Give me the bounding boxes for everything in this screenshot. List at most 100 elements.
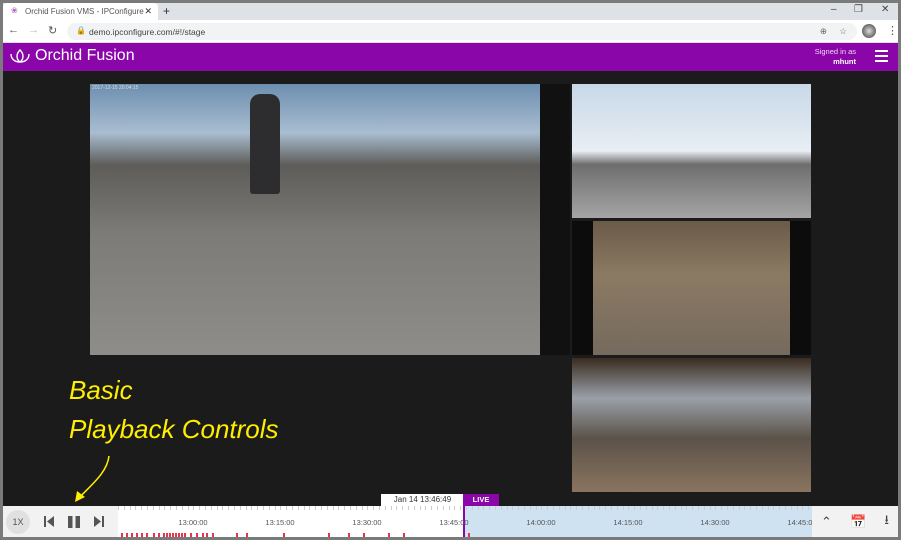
browser-tab[interactable]: ❀ Orchid Fusion VMS - IPConfigure ✕: [3, 3, 158, 20]
recording-event-mark: [468, 533, 470, 537]
minor-tick: [732, 506, 734, 510]
camera-tile-main[interactable]: 2017-12-15 20:04:15: [90, 84, 570, 355]
minor-tick: [692, 506, 694, 510]
minor-tick: [756, 506, 757, 510]
browser-window: ❀ Orchid Fusion VMS - IPConfigure ✕ + – …: [3, 3, 898, 537]
minor-tick: [309, 506, 311, 510]
signed-in-info: Signed in as mhunt: [815, 47, 856, 67]
recording-event-mark: [181, 533, 183, 537]
minor-tick: [767, 506, 769, 510]
minor-tick: [199, 506, 201, 510]
back-icon[interactable]: ←: [8, 24, 19, 36]
minor-tick: [129, 506, 131, 510]
recording-event-mark: [363, 533, 365, 537]
recording-event-mark: [348, 533, 350, 537]
minor-tick: [292, 506, 293, 510]
minor-tick: [709, 506, 711, 510]
minor-tick: [616, 506, 618, 510]
app-logo[interactable]: Orchid Fusion: [9, 47, 135, 65]
minor-tick: [651, 506, 653, 510]
minor-tick: [663, 506, 665, 510]
minor-tick: [147, 506, 148, 510]
recording-event-mark: [190, 533, 192, 537]
recording-event-mark: [169, 533, 171, 537]
minor-tick: [703, 506, 705, 510]
minor-tick: [698, 506, 699, 510]
minor-tick: [483, 506, 485, 510]
recording-event-mark: [172, 533, 174, 537]
chevron-up-icon[interactable]: ⌃: [821, 514, 832, 530]
minor-tick: [645, 506, 647, 510]
minor-tick: [268, 506, 270, 510]
minor-tick: [263, 506, 264, 510]
minor-tick: [228, 506, 230, 510]
minor-tick: [303, 506, 305, 510]
timeline-right-controls: ⌃ 📅 ⭳: [812, 506, 898, 537]
camera-tile-3[interactable]: [572, 221, 811, 355]
timeline-track[interactable]: 13:00:00 13:15:00 13:30:00 13:45:00 14:00:00…: [118, 506, 812, 537]
minor-tick: [657, 506, 659, 510]
timeline-tick-label: 13:00:00: [178, 518, 208, 527]
minor-tick: [674, 506, 676, 510]
minor-tick: [344, 506, 346, 510]
timeline-tick-label: 14:15:00: [613, 518, 643, 527]
minor-tick: [257, 506, 259, 510]
minor-tick: [582, 506, 583, 510]
forward-icon[interactable]: →: [28, 24, 39, 36]
minor-tick: [321, 506, 322, 510]
minor-tick: [454, 506, 456, 510]
minor-tick: [750, 506, 752, 510]
camera-tile-4[interactable]: [572, 358, 811, 492]
restore-icon[interactable]: ❐: [854, 4, 863, 15]
skip-forward-icon[interactable]: [94, 516, 104, 527]
address-bar-row: ← → ↻ 🔒 demo.ipconfigure.com/#!/stage ⊕ …: [3, 20, 898, 43]
minor-tick: [553, 506, 554, 510]
minor-tick: [408, 506, 409, 510]
minimize-icon[interactable]: –: [831, 4, 837, 15]
minor-tick: [587, 506, 589, 510]
browser-menu-icon[interactable]: ⋮: [887, 24, 898, 37]
star-icon[interactable]: ☆: [839, 26, 847, 37]
camera-tile-2[interactable]: [572, 84, 811, 218]
pause-icon[interactable]: [68, 515, 80, 528]
timeline-tick-label: 13:45:00: [439, 518, 469, 527]
minor-tick: [529, 506, 531, 510]
url-field[interactable]: 🔒 demo.ipconfigure.com/#!/stage ⊕ ☆: [67, 23, 857, 40]
live-button[interactable]: LIVE: [463, 494, 499, 506]
minor-tick: [396, 506, 398, 510]
window-close-icon[interactable]: ✕: [881, 4, 889, 15]
recording-event-mark: [153, 533, 155, 537]
minor-tick: [605, 506, 607, 510]
recording-event-mark: [175, 533, 177, 537]
skip-back-icon[interactable]: [44, 516, 54, 527]
zoom-icon[interactable]: ⊕: [820, 26, 827, 37]
annotation-text: Basic: [69, 375, 133, 405]
recording-event-mark: [283, 533, 285, 537]
minor-tick: [640, 506, 641, 510]
minor-tick: [384, 506, 386, 510]
close-tab-icon[interactable]: ✕: [144, 6, 152, 17]
minor-tick: [576, 506, 578, 510]
hamburger-menu-icon[interactable]: [875, 50, 888, 62]
timeline-tick-label: 13:30:00: [352, 518, 382, 527]
minor-tick: [796, 506, 798, 510]
frame-edge: [540, 84, 570, 355]
reload-icon[interactable]: ↻: [48, 24, 57, 37]
minor-tick: [118, 506, 119, 510]
minor-tick: [448, 506, 450, 510]
calendar-icon[interactable]: 📅: [850, 514, 866, 530]
recording-event-mark: [158, 533, 160, 537]
minor-tick: [686, 506, 688, 510]
new-tab-icon[interactable]: +: [163, 4, 170, 18]
download-icon[interactable]: ⭳: [884, 511, 889, 533]
speed-button[interactable]: 1X: [6, 509, 30, 534]
minor-tick: [297, 506, 299, 510]
app-header: Orchid Fusion Signed in as mhunt: [3, 43, 898, 71]
timeline-tick-label: 13:15:00: [265, 518, 295, 527]
recording-event-mark: [141, 533, 143, 537]
minor-tick: [611, 506, 612, 510]
minor-tick: [425, 506, 427, 510]
recording-event-mark: [178, 533, 180, 537]
profile-avatar[interactable]: [862, 24, 876, 38]
camera-image: [593, 221, 790, 355]
